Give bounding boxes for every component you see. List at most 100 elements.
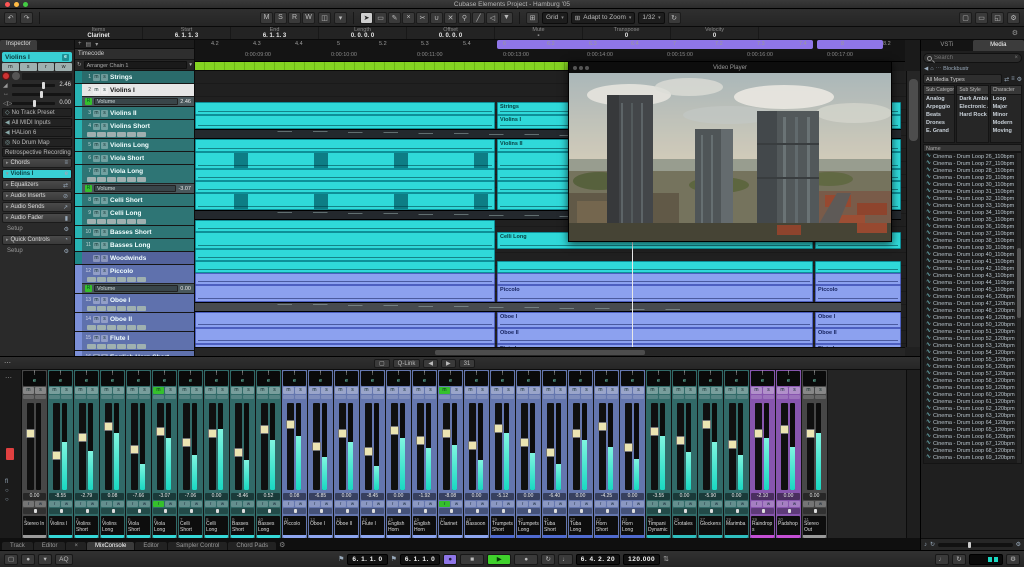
media-item[interactable]: ∿ Cinema - Drum Loop 43_110bpm	[924, 272, 1021, 279]
channel-inserts-row[interactable]	[699, 395, 722, 399]
channel-level-value[interactable]: -2.10	[751, 493, 774, 500]
filter-header[interactable]: Sub Categor	[924, 86, 954, 95]
midi-record-mode-icon[interactable]: ●	[21, 554, 35, 565]
channel-mute-button[interactable]: m	[751, 387, 762, 394]
channel-alert[interactable]: !e	[127, 371, 150, 386]
read-automation-button[interactable]: r	[621, 501, 632, 507]
read-automation-button[interactable]: r	[75, 501, 86, 507]
channel-solo-button[interactable]: s	[685, 387, 696, 394]
mixer-channel[interactable]: !e m s -8.08 r w	[438, 370, 464, 539]
track-row[interactable]: 6 ms Viola Short R	[75, 152, 194, 165]
info-column[interactable]: Length 0. 0. 0. 0	[319, 27, 407, 39]
pan-control[interactable]	[725, 508, 748, 514]
back-icon[interactable]: ◀	[924, 66, 928, 72]
media-item[interactable]: ∿ Cinema - Drum Loop 55_120bpm	[924, 356, 1021, 363]
track-row[interactable]: ms Woodwinds R	[75, 252, 194, 265]
mixer-channel[interactable]: !e m s -2.10 r w	[750, 370, 776, 539]
mixer-menu-icon[interactable]: ⋯	[4, 359, 11, 367]
track-row[interactable]: 11 ms Basses Long R	[75, 239, 194, 252]
channel-alert[interactable]: !e	[725, 371, 748, 386]
mute-button[interactable]: m	[93, 74, 100, 81]
edit-channel-icon[interactable]: e	[699, 378, 722, 385]
mixer-channel[interactable]: !e m s -1.92 r w	[412, 370, 438, 539]
filter-item[interactable]: Dark Ambient	[957, 95, 987, 103]
lane-value[interactable]: -3.07	[178, 186, 191, 192]
write-automation-button[interactable]: w	[425, 501, 436, 507]
fader-track[interactable]	[703, 403, 710, 490]
track-row[interactable]: 9 ms Celli Long R	[75, 207, 194, 226]
channel-alert[interactable]: !e	[309, 371, 332, 386]
fader-track[interactable]	[339, 403, 346, 490]
preview-volume-slider[interactable]	[938, 543, 1013, 547]
fader-track[interactable]	[417, 403, 424, 490]
track-main[interactable]: 7 ms Viola Long	[75, 165, 194, 177]
edit-channel-icon[interactable]: e	[387, 378, 410, 385]
solo-button[interactable]: s	[101, 316, 108, 323]
channel-inserts-row[interactable]	[49, 395, 72, 399]
channel-inserts-row[interactable]	[335, 395, 358, 399]
track-mini-buttons[interactable]	[75, 132, 194, 137]
mixer-channel[interactable]: !e m s 0.00 r w	[204, 370, 230, 539]
lower-zone-pane-tab[interactable]: Editor	[135, 542, 167, 550]
channel-mute-button[interactable]: m	[595, 387, 606, 394]
channel-solo-button[interactable]: s	[165, 387, 176, 394]
lane-value[interactable]: 2.46	[180, 99, 191, 105]
write-automation-button[interactable]: w	[35, 501, 46, 507]
mixer-channel[interactable]: !e m s 0.00 r w	[776, 370, 802, 539]
fader-handle[interactable]	[572, 429, 581, 438]
mixer-channel[interactable]: !e m s 0.00 r w	[22, 370, 48, 539]
track-row[interactable]: 8 ms Celli Short R	[75, 194, 194, 207]
fader-handle[interactable]	[754, 429, 763, 438]
vertical-scrollbar[interactable]	[906, 71, 920, 347]
pan-control[interactable]	[595, 508, 618, 514]
fader-handle[interactable]	[364, 447, 373, 456]
filter-item[interactable]: Modern	[991, 119, 1021, 127]
filter-item[interactable]: Loop	[991, 95, 1021, 103]
track-row[interactable]: 13 ms Oboe I R	[75, 294, 194, 313]
pan-control[interactable]	[23, 508, 46, 514]
pan-control[interactable]	[465, 508, 488, 514]
channel-mute-button[interactable]: m	[777, 387, 788, 394]
cycle-region-tail[interactable]	[817, 40, 883, 49]
fader-handle[interactable]	[130, 445, 139, 454]
write-automation-button[interactable]: w	[555, 501, 566, 507]
fader-track[interactable]	[677, 403, 684, 490]
fader-track[interactable]	[755, 403, 762, 490]
mute-button[interactable]: m	[93, 155, 100, 162]
media-item[interactable]: ∿ Cinema - Drum Loop 59_120bpm	[924, 384, 1021, 391]
edit-channel-icon[interactable]: e	[439, 378, 462, 385]
channel-inserts-row[interactable]	[491, 395, 514, 399]
read-automation-button[interactable]: r	[673, 501, 684, 507]
media-item[interactable]: ∿ Cinema - Drum Loop 36_110bpm	[924, 223, 1021, 230]
zone-tab[interactable]: Editor	[34, 542, 66, 550]
mixer-channel[interactable]: !e m s -5.90 r w	[698, 370, 724, 539]
channel-alert[interactable]: !e	[179, 371, 202, 386]
search-input[interactable]	[934, 55, 1012, 61]
stop-button[interactable]: ■	[460, 554, 484, 565]
channel-label[interactable]: 29 Raindrops	[751, 516, 774, 538]
channel-solo-button[interactable]: s	[35, 387, 46, 394]
mute-button[interactable]: m	[93, 87, 100, 94]
edit-channel-icon[interactable]: e	[647, 378, 670, 385]
automation-button[interactable]: M	[260, 12, 273, 24]
fader-handle[interactable]	[494, 424, 503, 433]
read-automation-button[interactable]: r	[465, 501, 476, 507]
midi-part[interactable]	[195, 312, 495, 328]
mixer-channel[interactable]: !e m s 0.00 r w	[334, 370, 360, 539]
edit-channel-icon[interactable]: e	[49, 378, 72, 385]
track-mini-buttons[interactable]	[75, 325, 194, 330]
zoom-tool-icon[interactable]: ⚲	[458, 12, 471, 24]
channel-inserts-row[interactable]	[725, 395, 748, 399]
midi-part[interactable]	[195, 328, 495, 344]
lane-parameter[interactable]: Volume	[94, 285, 178, 292]
preview-play-icon[interactable]: ♪	[924, 542, 927, 548]
fader-handle[interactable]	[52, 451, 61, 460]
media-search[interactable]: ×	[923, 53, 1022, 63]
edit-channel-icon[interactable]: e	[595, 378, 618, 385]
mute-button[interactable]: m	[93, 168, 100, 175]
channel-mute-button[interactable]: m	[361, 387, 372, 394]
write-automation-button[interactable]: w	[477, 501, 488, 507]
channel-level-value[interactable]: 0.00	[673, 493, 696, 500]
write-automation-button[interactable]: w	[789, 501, 800, 507]
fader-handle[interactable]	[468, 441, 477, 450]
